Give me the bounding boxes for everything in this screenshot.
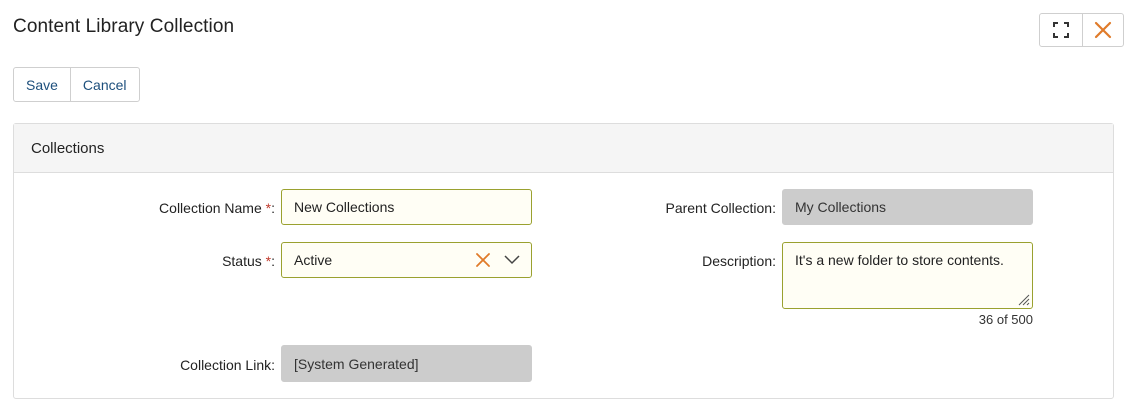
parent-collection-label: Parent Collection:	[665, 200, 776, 216]
description-textarea[interactable]: It's a new folder to store contents.	[782, 242, 1033, 309]
panel-title: Collections	[14, 124, 1113, 173]
maximize-button[interactable]	[1040, 14, 1082, 46]
resize-handle-icon[interactable]	[1018, 294, 1030, 306]
description-char-counter: 36 of 500	[978, 312, 1033, 327]
collection-link-field: [System Generated]	[281, 345, 532, 382]
clear-x-icon[interactable]	[475, 252, 491, 268]
parent-collection-value: My Collections	[795, 199, 887, 215]
collection-link-value: [System Generated]	[294, 355, 419, 372]
status-select-icons	[475, 243, 521, 277]
save-button[interactable]: Save	[14, 68, 70, 101]
description-value: It's a new folder to store contents.	[795, 252, 1004, 268]
content-library-collection-dialog: Content Library Collection Save Cancel C…	[0, 0, 1139, 410]
collection-name-input[interactable]: New Collections	[281, 189, 532, 225]
action-toolbar: Save Cancel	[13, 67, 140, 102]
cancel-button[interactable]: Cancel	[69, 68, 139, 101]
page-title: Content Library Collection	[13, 16, 235, 37]
status-label: Status *:	[222, 253, 275, 269]
description-label: Description:	[702, 253, 776, 269]
window-controls	[1039, 13, 1124, 47]
parent-collection-field: My Collections	[782, 189, 1033, 225]
expand-icon	[1052, 22, 1069, 38]
close-button[interactable]	[1081, 14, 1124, 46]
collection-name-label: Collection Name *:	[159, 200, 275, 216]
status-value: Active	[294, 252, 333, 268]
close-icon	[1094, 21, 1111, 39]
collection-link-label: Collection Link:	[180, 357, 275, 373]
chevron-down-icon[interactable]	[503, 254, 521, 266]
status-select[interactable]: Active	[281, 242, 532, 278]
collection-name-value: New Collections	[294, 199, 395, 215]
